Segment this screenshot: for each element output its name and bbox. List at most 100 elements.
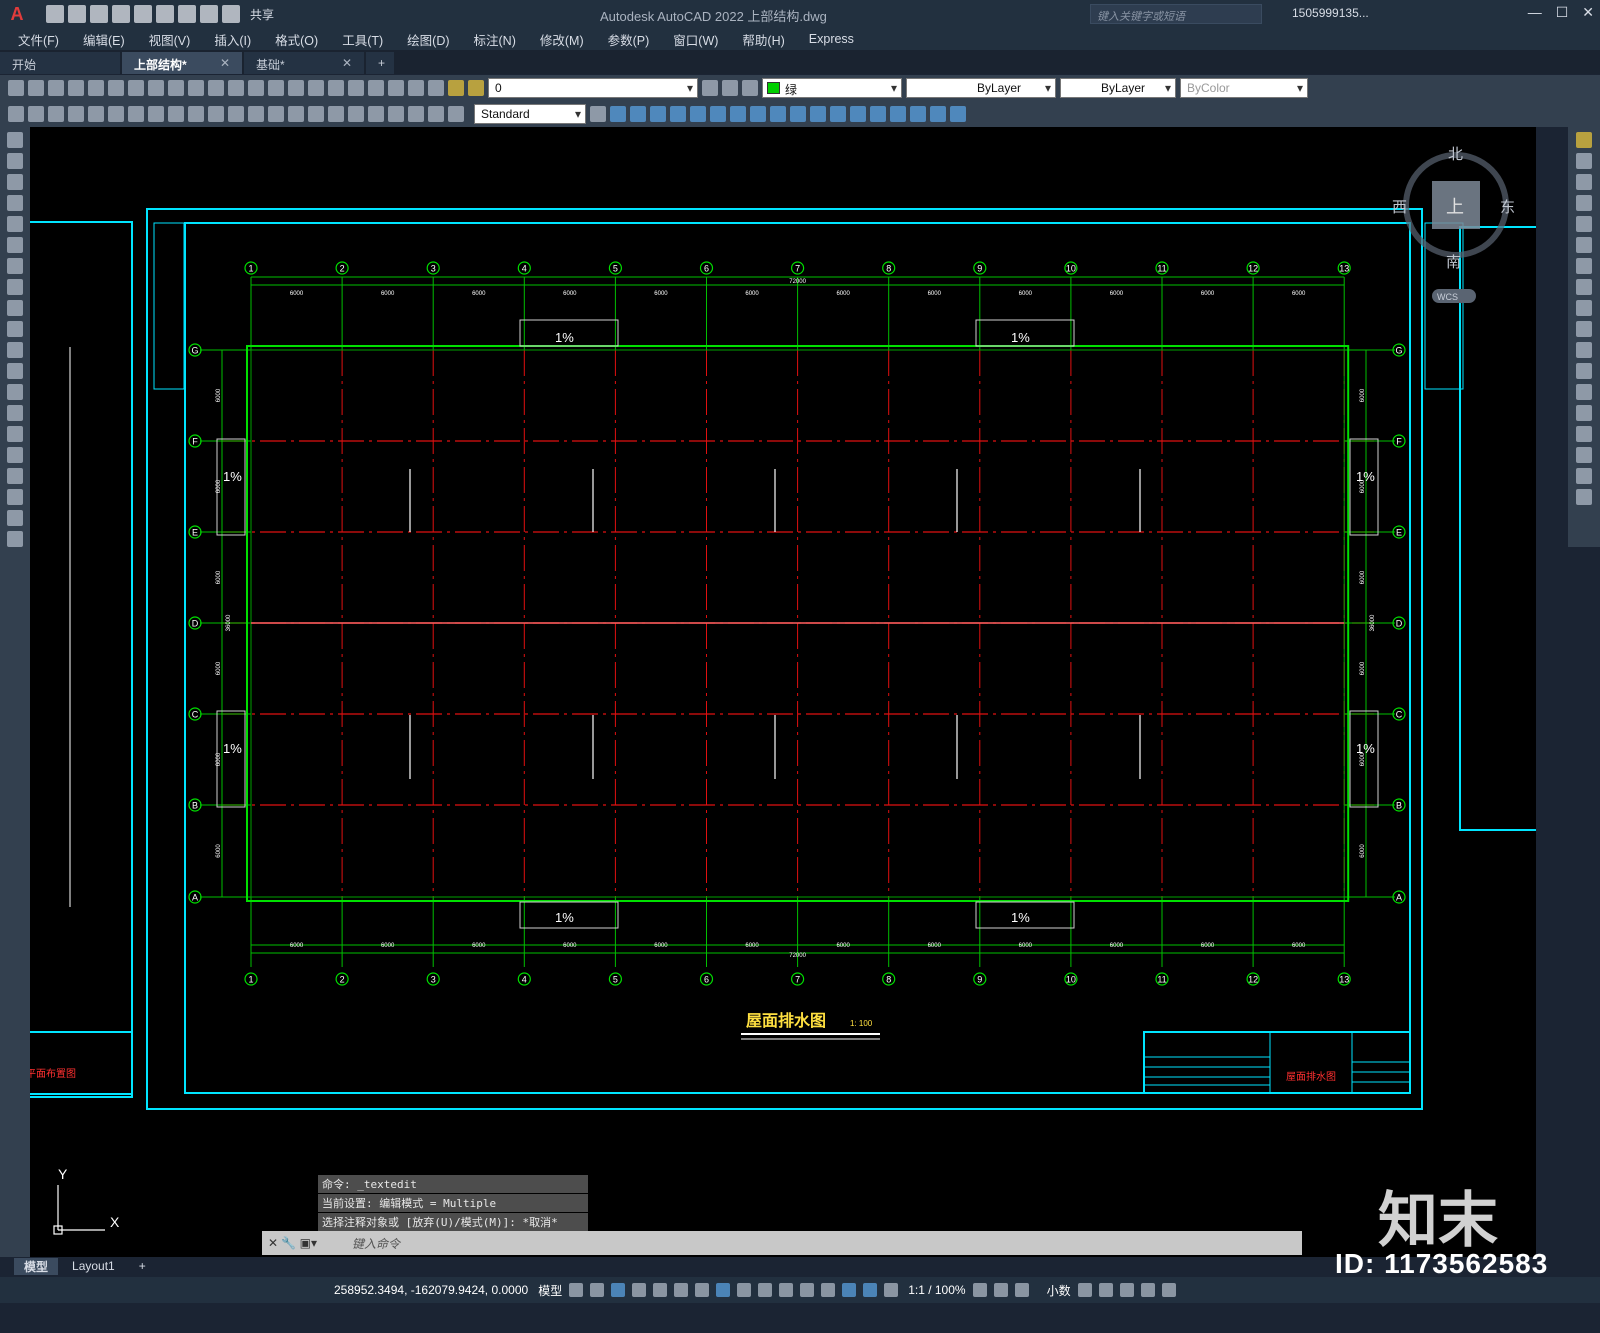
- visual-style-icon[interactable]: [850, 106, 866, 122]
- stretch-icon[interactable]: [1576, 300, 1592, 316]
- add-layout-button[interactable]: +: [129, 1259, 156, 1273]
- menu-file[interactable]: 文件(F): [18, 30, 59, 49]
- annotation-scale[interactable]: 1:1 / 100%: [908, 1283, 965, 1297]
- layer-bulb-icon[interactable]: [448, 80, 464, 96]
- menu-insert[interactable]: 插入(I): [214, 30, 251, 49]
- publish-icon[interactable]: [108, 80, 124, 96]
- jogged-icon[interactable]: [168, 106, 184, 122]
- view-3d-icon[interactable]: [650, 106, 666, 122]
- menu-view[interactable]: 视图(V): [149, 30, 191, 49]
- menu-express[interactable]: Express: [809, 32, 854, 46]
- mirror-icon[interactable]: [1576, 174, 1592, 190]
- viewcube-north[interactable]: 北: [1448, 146, 1463, 163]
- dim-edit-icon[interactable]: [408, 106, 424, 122]
- line-icon[interactable]: [7, 132, 23, 148]
- aligned-dim-icon[interactable]: [88, 106, 104, 122]
- menu-draw[interactable]: 绘图(D): [407, 30, 449, 49]
- user-account[interactable]: 1505999135...: [1292, 6, 1369, 20]
- array-icon[interactable]: [1576, 216, 1592, 232]
- baseline-icon[interactable]: [248, 106, 264, 122]
- copy-object-icon[interactable]: [1576, 153, 1592, 169]
- paste-icon[interactable]: [168, 80, 184, 96]
- ortho-icon[interactable]: [611, 1283, 626, 1297]
- osnap-icon[interactable]: [653, 1283, 668, 1297]
- menu-edit[interactable]: 编辑(E): [83, 30, 125, 49]
- lineweight-dropdown[interactable]: ByLayer: [1060, 78, 1176, 98]
- drawing-canvas[interactable]: 平面布置图 1 1 2 2 3 3 4 4 5 5 6 6 7 7 8 8 9 9 10 10 11 11 12 12 13 13…: [30, 127, 1536, 1257]
- linetype-dropdown[interactable]: ByLayer: [906, 78, 1056, 98]
- undo-icon[interactable]: [208, 80, 224, 96]
- ucs-icon[interactable]: [670, 106, 686, 122]
- menu-window[interactable]: 窗口(W): [673, 30, 718, 49]
- center-mark-icon[interactable]: [348, 106, 364, 122]
- ellipse-arc-icon[interactable]: [7, 342, 23, 358]
- cut-icon[interactable]: [128, 80, 144, 96]
- point-icon[interactable]: [7, 405, 23, 421]
- mtext-icon[interactable]: [7, 510, 23, 526]
- pan-icon[interactable]: [248, 80, 264, 96]
- break-icon[interactable]: [1576, 384, 1592, 400]
- ucs-icon[interactable]: [790, 106, 806, 122]
- units-setting[interactable]: 小数: [1047, 1282, 1071, 1299]
- autocad-logo-icon[interactable]: A: [6, 3, 28, 25]
- save-icon[interactable]: [48, 80, 64, 96]
- layer-sun-icon[interactable]: [468, 80, 484, 96]
- redo-icon[interactable]: [222, 5, 240, 23]
- offset-icon[interactable]: [1576, 195, 1592, 211]
- menu-dimension[interactable]: 标注(N): [474, 30, 516, 49]
- tolerance-icon[interactable]: [328, 106, 344, 122]
- model-space-button[interactable]: 模型: [538, 1282, 562, 1299]
- tab-layout1[interactable]: Layout1: [62, 1259, 125, 1273]
- render-icon[interactable]: [950, 106, 966, 122]
- color-dropdown[interactable]: 绿: [762, 78, 902, 98]
- inspect-icon[interactable]: [368, 106, 384, 122]
- visual-style-icon[interactable]: [830, 106, 846, 122]
- zoom-window-icon[interactable]: [288, 80, 304, 96]
- table-icon[interactable]: [7, 489, 23, 505]
- new-file-icon[interactable]: [46, 5, 64, 23]
- space-icon[interactable]: [288, 106, 304, 122]
- tool-icon[interactable]: [28, 106, 44, 122]
- menu-tools[interactable]: 工具(T): [342, 30, 383, 49]
- clean-screen-icon[interactable]: [1140, 1283, 1155, 1297]
- tab-upper-structure[interactable]: 上部结构* ✕: [122, 52, 242, 74]
- view-3d-icon[interactable]: [610, 106, 626, 122]
- break-at-point-icon[interactable]: [1576, 363, 1592, 379]
- layer-manager-icon[interactable]: [428, 80, 444, 96]
- new-tab-button[interactable]: +: [366, 52, 394, 74]
- help-icon[interactable]: [408, 80, 424, 96]
- polar-icon[interactable]: [632, 1283, 647, 1297]
- viewcube-wcs[interactable]: WCS: [1437, 292, 1458, 302]
- lineweight-icon[interactable]: [737, 1283, 752, 1297]
- viewcube-east[interactable]: 东: [1500, 199, 1515, 216]
- tab-start[interactable]: 开始: [0, 52, 120, 74]
- markup-icon[interactable]: [368, 80, 384, 96]
- ucs-icon[interactable]: [690, 106, 706, 122]
- design-center-icon[interactable]: [328, 80, 344, 96]
- export-icon[interactable]: [156, 5, 174, 23]
- ucs-icon[interactable]: [730, 106, 746, 122]
- move-icon[interactable]: [1576, 237, 1592, 253]
- break-icon[interactable]: [308, 106, 324, 122]
- angular-icon[interactable]: [208, 106, 224, 122]
- tab-foundation[interactable]: 基础* ✕: [244, 52, 364, 74]
- scale-icon[interactable]: [1576, 279, 1592, 295]
- minimize-icon[interactable]: —: [1528, 4, 1542, 21]
- construction-line-icon[interactable]: [7, 153, 23, 169]
- undo-icon[interactable]: [200, 5, 218, 23]
- render-icon[interactable]: [930, 106, 946, 122]
- circle-icon[interactable]: [7, 258, 23, 274]
- tab-model[interactable]: 模型: [14, 1257, 59, 1275]
- annotation-scale-icon[interactable]: [884, 1283, 899, 1297]
- snap-icon[interactable]: [590, 1283, 605, 1297]
- preview-icon[interactable]: [88, 80, 104, 96]
- units-icon[interactable]: [1014, 1283, 1029, 1297]
- plus-icon[interactable]: [993, 1283, 1008, 1297]
- match-icon[interactable]: [188, 80, 204, 96]
- print-icon[interactable]: [68, 80, 84, 96]
- redo-icon[interactable]: [228, 80, 244, 96]
- maximize-icon[interactable]: ☐: [1556, 4, 1569, 21]
- tool-icon[interactable]: [48, 106, 64, 122]
- layer-state-icon[interactable]: [742, 80, 758, 96]
- transparency-icon[interactable]: [758, 1283, 773, 1297]
